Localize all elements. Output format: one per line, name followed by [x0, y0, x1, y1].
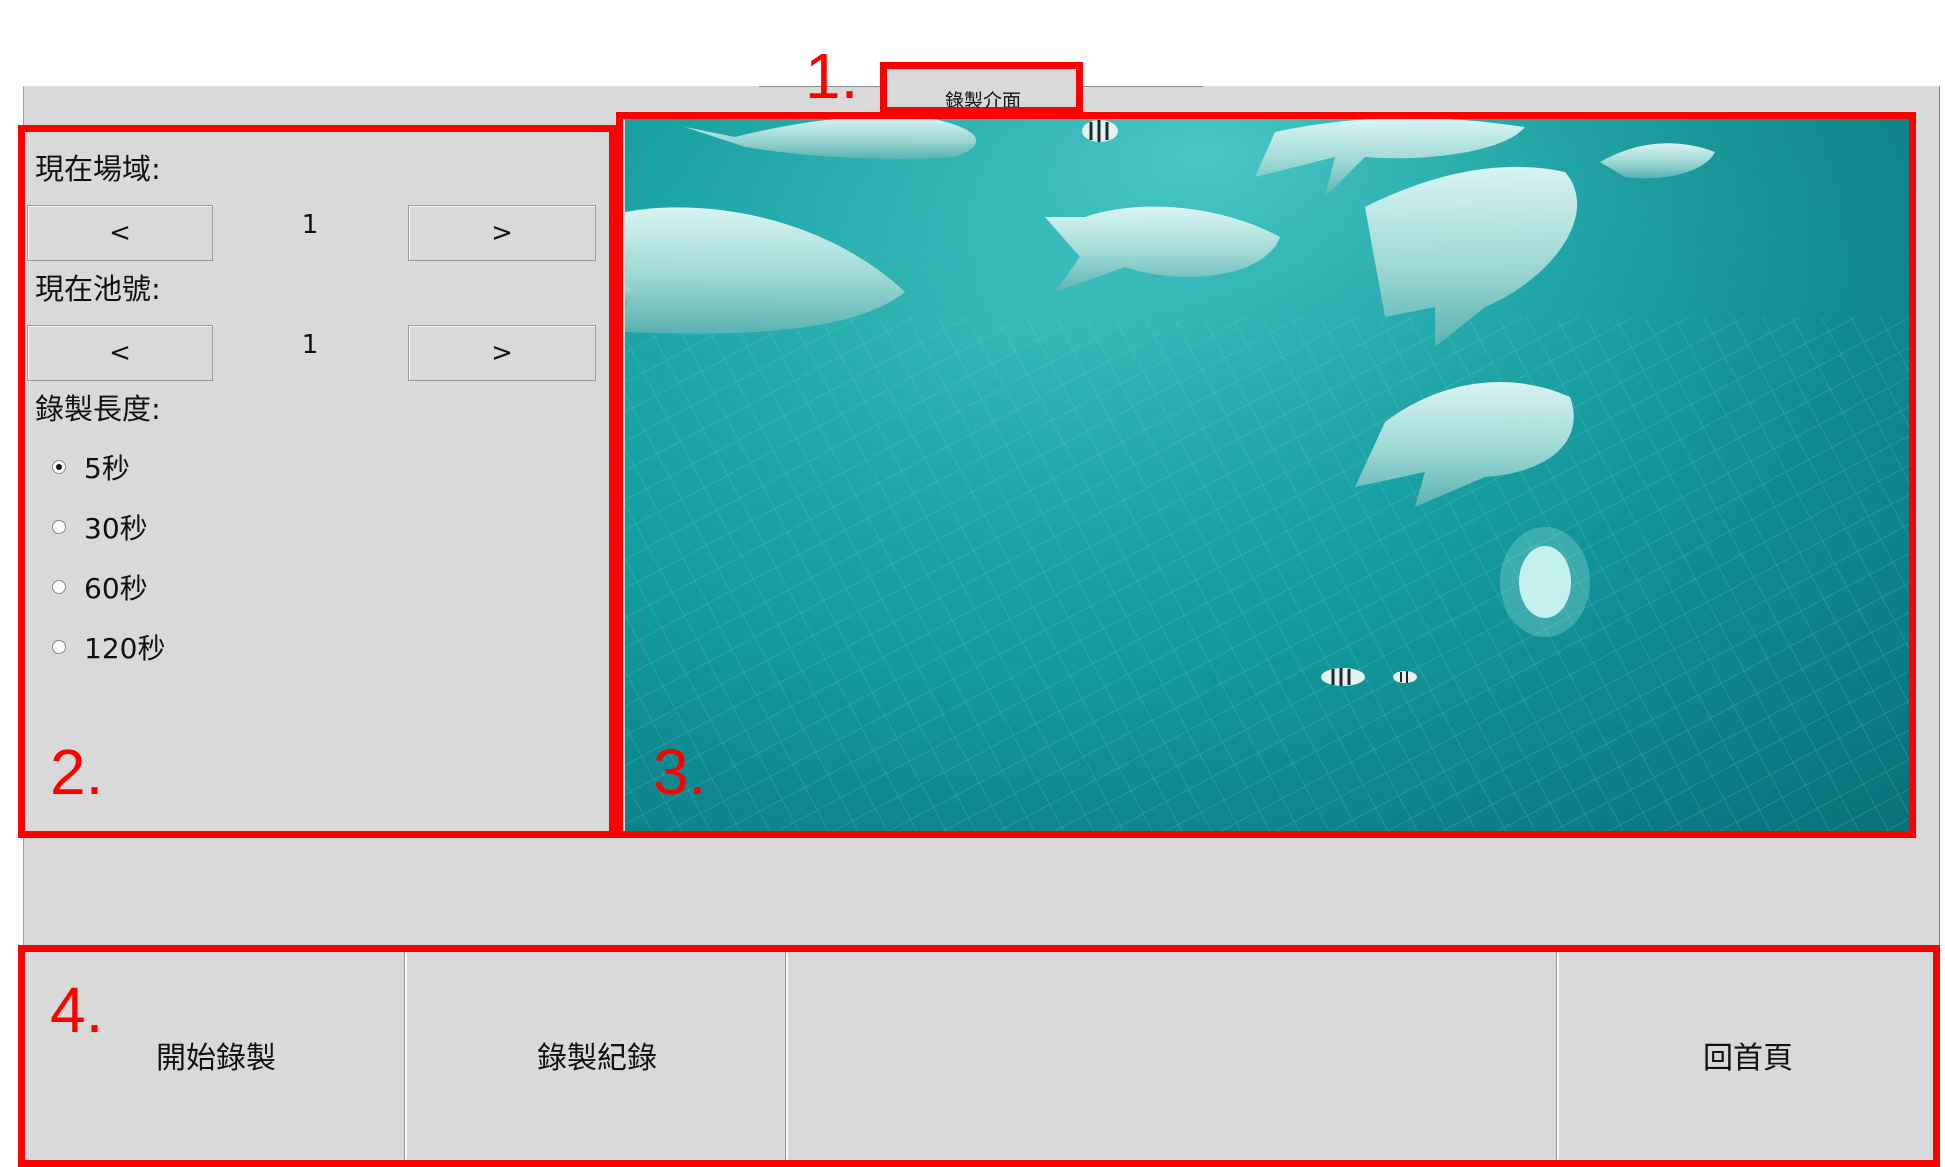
underwater-fish-image [625, 117, 1913, 833]
radio-button-icon[interactable] [52, 640, 66, 654]
length-option-5s[interactable]: 5秒 [52, 447, 130, 487]
field-prev-button[interactable]: < [27, 205, 213, 261]
screen: 錄製介面 現在場域: < 1 > 現在池號: < 1 > 錄製長度: 5秒 30… [0, 0, 1945, 1167]
pool-value: 1 [301, 330, 319, 360]
recording-history-button[interactable]: 錄製紀錄 [408, 950, 786, 1160]
tab-recording[interactable]: 錄製介面 [885, 68, 1081, 116]
length-option-label: 30秒 [84, 512, 148, 545]
start-recording-button[interactable]: 開始錄製 [27, 950, 405, 1160]
length-option-30s[interactable]: 30秒 [52, 507, 148, 547]
length-label: 錄製長度: [35, 392, 161, 426]
length-option-label: 60秒 [84, 572, 148, 605]
camera-preview [625, 117, 1913, 833]
pool-label: 現在池號: [35, 272, 161, 306]
length-option-60s[interactable]: 60秒 [52, 567, 148, 607]
length-option-label: 120秒 [84, 632, 166, 665]
bottom-bar-spacer [789, 950, 1557, 1160]
bar-divider [786, 950, 788, 1160]
radio-button-icon[interactable] [52, 460, 66, 474]
field-next-button[interactable]: > [408, 205, 596, 261]
bar-divider [405, 950, 407, 1160]
length-option-label: 5秒 [84, 452, 130, 485]
radio-button-icon[interactable] [52, 520, 66, 534]
pool-next-button[interactable]: > [408, 325, 596, 381]
field-label: 現在場域: [35, 152, 161, 186]
radio-button-icon[interactable] [52, 580, 66, 594]
pool-prev-button[interactable]: < [27, 325, 213, 381]
home-button[interactable]: 回首頁 [1560, 950, 1936, 1160]
bar-divider [1557, 950, 1559, 1160]
field-value: 1 [301, 210, 319, 240]
length-option-120s[interactable]: 120秒 [52, 627, 165, 667]
